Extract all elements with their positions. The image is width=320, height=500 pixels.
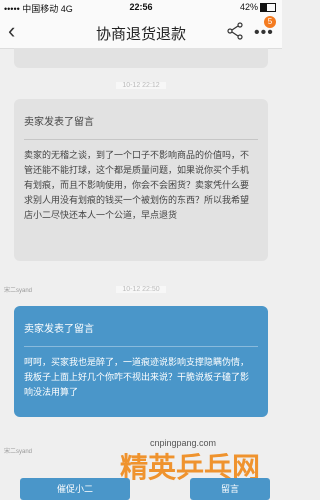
message-title: 卖家发表了留言: [24, 324, 94, 335]
leave-message-button[interactable]: 留言: [190, 478, 270, 500]
battery-icon: [260, 3, 276, 13]
urge-xiaoer-button[interactable]: 催促小二: [20, 478, 130, 500]
share-icon[interactable]: [226, 22, 244, 40]
timestamp: 10-12 22:50: [0, 286, 282, 293]
nav-bar: ‹ 协商退货退款 ••• 5: [0, 14, 282, 49]
notification-badge: 5: [264, 16, 276, 28]
message-body: 卖家的无稽之谈，到了一个口子不影响商品的价值吗，不管还能不能打球，这个都是质量问…: [24, 150, 250, 220]
message-card: 卖家发表了留言 卖家的无稽之谈，到了一个口子不影响商品的价值吗，不管还能不能打球…: [14, 99, 268, 261]
battery-indicator: 42%: [240, 2, 276, 13]
message-title: 卖家发表了留言: [24, 117, 94, 128]
message-body: 呵呵，买家我也是醉了，一道痕迹说影响支撑隐瞒伪情，我板子上面上好几个你咋不视出来…: [24, 357, 250, 397]
timestamp: 10-12 22:12: [0, 82, 282, 89]
status-bar: ••••• 中国移动 4G 22:56 42%: [0, 0, 282, 14]
sender-name: 宋二syand: [4, 449, 33, 455]
message-card: 卖家发表了留言 呵呵，买家我也是醉了，一道痕迹说影响支撑隐瞒伪情，我板子上面上好…: [14, 306, 268, 417]
message-card-partial: [14, 48, 268, 68]
